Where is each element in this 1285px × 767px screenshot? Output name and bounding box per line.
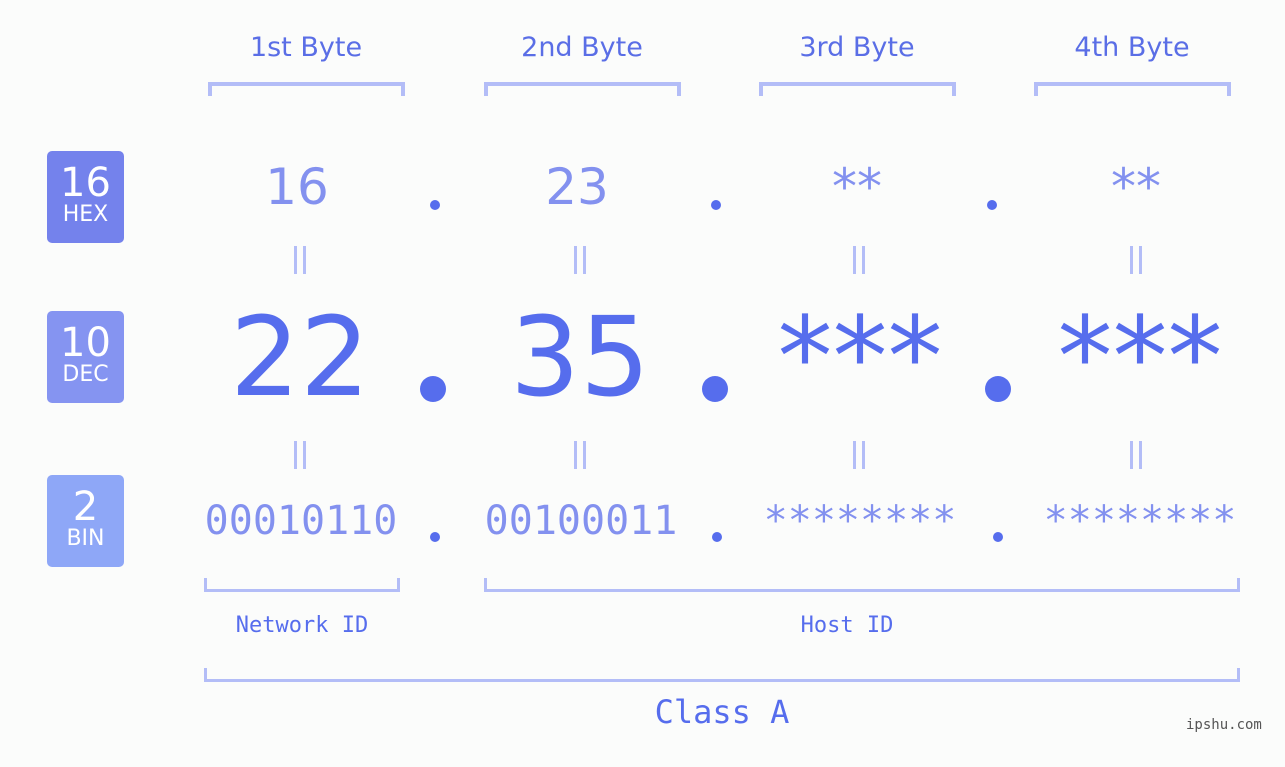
equals-icon	[1126, 441, 1146, 471]
bin-badge-label: BIN	[66, 526, 105, 551]
bin-value-4: ********	[1043, 498, 1237, 544]
network-id-label: Network ID	[235, 613, 369, 638]
hex-value-3: **	[832, 158, 882, 216]
equals-icon	[849, 246, 869, 276]
dec-dot-2	[702, 376, 728, 402]
dec-badge: 10 DEC	[47, 311, 124, 403]
host-id-bracket	[484, 578, 1240, 592]
equals-icon	[290, 246, 310, 276]
equals-icon	[570, 246, 590, 276]
bin-dot-1	[430, 532, 440, 542]
bin-badge-number: 2	[72, 484, 99, 530]
byte-label-3: 3rd Byte	[799, 32, 915, 63]
equals-icon	[1126, 246, 1146, 276]
equals-icon	[290, 441, 310, 471]
dec-badge-label: DEC	[62, 362, 109, 387]
byte-label-1: 1st Byte	[249, 32, 363, 63]
dec-value-3: ***	[777, 293, 943, 421]
equals-icon	[849, 441, 869, 471]
dec-dot-3	[985, 376, 1011, 402]
hex-dot-1	[430, 200, 440, 210]
bin-value-1: 00010110	[204, 498, 398, 544]
byte-bracket-2	[484, 82, 681, 96]
dec-value-2: 35	[510, 293, 650, 421]
byte-label-2: 2nd Byte	[521, 32, 643, 63]
hex-badge-label: HEX	[62, 202, 109, 227]
class-label: Class A	[654, 693, 790, 731]
bin-badge: 2 BIN	[47, 475, 124, 567]
byte-bracket-1	[208, 82, 405, 96]
equals-icon	[570, 441, 590, 471]
hex-dot-3	[987, 200, 997, 210]
bin-value-2: 00100011	[484, 498, 678, 544]
byte-label-4: 4th Byte	[1074, 32, 1190, 63]
dec-value-4: ***	[1057, 293, 1223, 421]
hex-value-2: 23	[545, 158, 609, 216]
byte-bracket-3	[759, 82, 956, 96]
hex-badge-number: 16	[60, 160, 111, 206]
dec-value-1: 22	[230, 293, 370, 421]
hex-badge: 16 HEX	[47, 151, 124, 243]
bin-dot-2	[712, 532, 722, 542]
class-bracket	[204, 668, 1240, 682]
dec-badge-number: 10	[60, 320, 111, 366]
hex-dot-2	[711, 200, 721, 210]
dec-dot-1	[420, 376, 446, 402]
host-id-label: Host ID	[800, 613, 894, 638]
network-id-bracket	[204, 578, 400, 592]
bin-value-3: ********	[763, 498, 957, 544]
hex-value-4: **	[1111, 158, 1161, 216]
hex-value-1: 16	[265, 158, 329, 216]
byte-bracket-4	[1034, 82, 1231, 96]
bin-dot-3	[993, 532, 1003, 542]
watermark: ipshu.com	[1186, 717, 1262, 733]
